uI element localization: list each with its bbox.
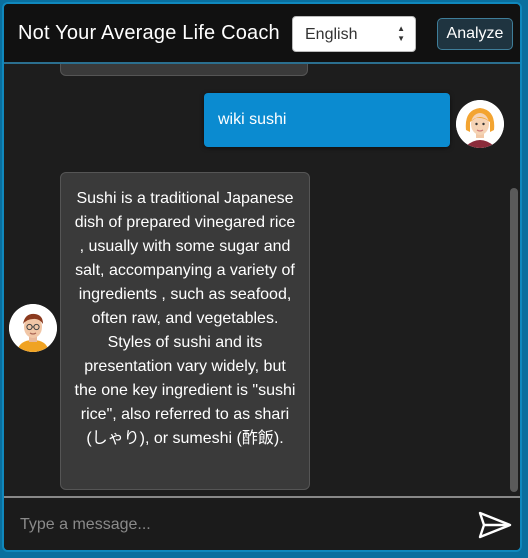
user-message: wiki sushi	[204, 93, 450, 147]
analyze-button[interactable]: Analyze	[437, 18, 513, 50]
composer-bar	[4, 496, 520, 550]
message-input[interactable]	[18, 510, 462, 540]
send-icon[interactable]	[478, 510, 512, 540]
chat-window: Not Your Average Life Coach English ▲ ▼ A…	[2, 2, 522, 552]
select-arrows-icon: ▲ ▼	[397, 24, 405, 43]
app-title: Not Your Average Life Coach	[18, 22, 280, 44]
man-avatar-icon	[9, 304, 57, 352]
previous-bot-message	[60, 64, 308, 76]
bot-message: Sushi is a traditional Japanese dish of …	[60, 172, 310, 490]
woman-avatar-icon	[456, 100, 504, 148]
chat-scrollbar[interactable]	[508, 64, 520, 496]
header-bar: Not Your Average Life Coach English ▲ ▼ A…	[4, 4, 520, 64]
language-value: English	[305, 26, 358, 43]
user-message-text: wiki sushi	[218, 111, 287, 128]
scrollbar-thumb[interactable]	[510, 188, 518, 492]
message-list[interactable]: wiki sushi Sushi is a traditional Japane…	[4, 64, 508, 496]
language-select[interactable]: English ▲ ▼	[292, 16, 416, 52]
